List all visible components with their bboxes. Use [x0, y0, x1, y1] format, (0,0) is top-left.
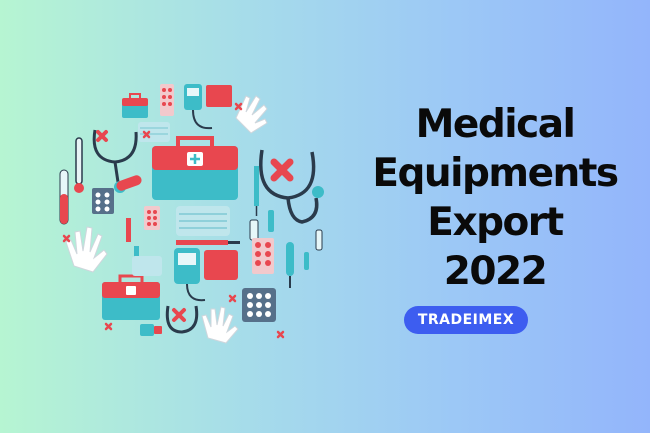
face-mask-icon	[176, 206, 230, 236]
title-line-1: Medical	[415, 102, 576, 147]
title-line-4: 2022	[443, 249, 548, 294]
glove-icon	[235, 95, 268, 134]
pill-blister-icon	[92, 188, 114, 214]
first-aid-kit-icon	[152, 136, 238, 200]
medical-equipment-illustration	[59, 84, 324, 344]
pill-blister-icon	[242, 288, 276, 322]
test-tube-icon	[59, 169, 69, 225]
first-aid-kit-icon	[122, 93, 148, 118]
banner: Medical Equipments Export 2022 TRADEIMEX	[0, 0, 650, 433]
first-aid-kit-icon	[102, 274, 160, 320]
thermometer-icon	[286, 242, 294, 288]
pill-blister-icon	[252, 238, 274, 274]
title-line-3: Export	[427, 200, 564, 245]
blood-pressure-monitor-icon	[184, 84, 232, 130]
vial-icon	[304, 229, 323, 270]
bandage-icon	[116, 175, 142, 191]
thermometer-icon	[74, 137, 84, 193]
pill-blister-icon	[144, 206, 160, 230]
face-mask-icon	[132, 256, 162, 276]
page-title: Medical Equipments Export 2022	[345, 100, 645, 296]
syringe-icon	[254, 166, 259, 216]
blood-pressure-monitor-icon	[174, 248, 238, 302]
glove-icon	[201, 306, 239, 344]
pill-blister-icon	[160, 84, 174, 116]
brand-badge: TRADEIMEX	[404, 306, 528, 334]
title-line-2: Equipments	[372, 151, 619, 196]
glove-icon	[65, 226, 108, 273]
